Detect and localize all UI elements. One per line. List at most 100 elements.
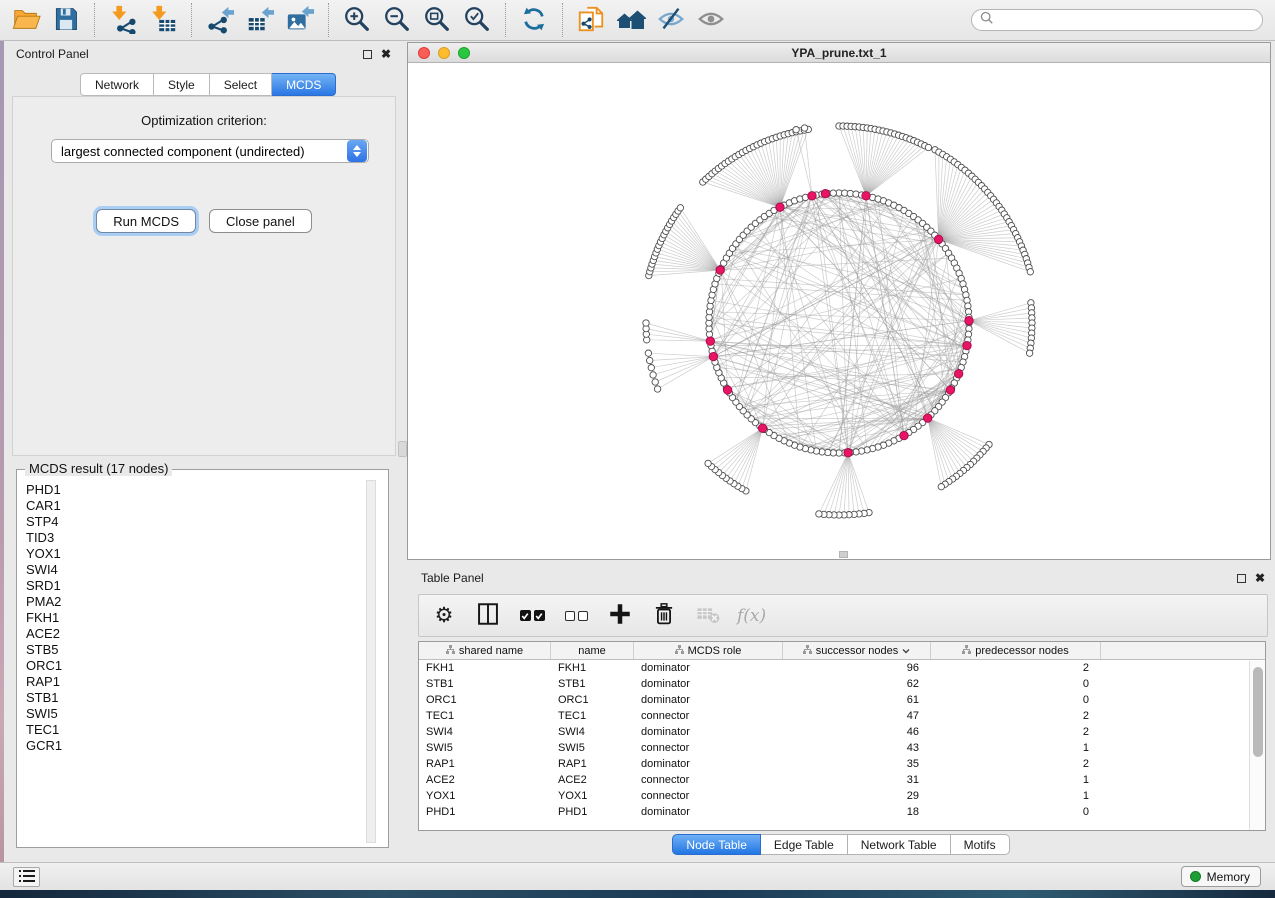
mcds-node[interactable] (934, 235, 942, 243)
tab-edge-table[interactable]: Edge Table (761, 834, 848, 855)
mcds-result-item[interactable]: PHD1 (26, 482, 370, 498)
clear-selection-button[interactable] (561, 601, 591, 631)
table-row[interactable]: ORC1ORC1dominator610 (419, 692, 1265, 708)
network-node[interactable] (1027, 269, 1033, 275)
mcds-result-item[interactable]: ORC1 (26, 658, 370, 674)
import-network-button[interactable] (105, 2, 141, 38)
mcds-result-item[interactable]: TID3 (26, 530, 370, 546)
first-neighbors-button[interactable] (613, 2, 649, 38)
export-image-button[interactable] (282, 2, 318, 38)
table-settings-button[interactable]: ⚙ (429, 601, 459, 631)
network-canvas[interactable] (408, 63, 1270, 559)
add-column-button[interactable] (605, 601, 635, 631)
panel-splitter-handle[interactable] (398, 441, 407, 457)
tab-node-table[interactable]: Node Table (672, 834, 761, 855)
mcds-node[interactable] (955, 370, 963, 378)
mcds-result-item[interactable]: RAP1 (26, 674, 370, 690)
search-input[interactable] (1000, 13, 1254, 27)
mcds-result-item[interactable]: PMA2 (26, 594, 370, 610)
network-node[interactable] (925, 144, 931, 150)
network-node[interactable] (645, 350, 651, 356)
tab-mcds[interactable]: MCDS (272, 73, 336, 96)
float-panel-icon[interactable] (363, 50, 372, 59)
column-header-MCDS-role[interactable]: MCDS role (634, 642, 783, 659)
mcds-node[interactable] (900, 431, 908, 439)
table-row[interactable]: STB1STB1dominator620 (419, 676, 1265, 692)
network-node[interactable] (677, 205, 683, 211)
mcds-node[interactable] (709, 352, 717, 360)
duplicate-network-button[interactable] (573, 2, 609, 38)
zoom-window-icon[interactable] (458, 47, 470, 59)
save-session-button[interactable] (48, 2, 84, 38)
select-all-button[interactable] (517, 601, 547, 631)
network-node[interactable] (648, 365, 654, 371)
import-table-button[interactable] (145, 2, 181, 38)
table-row[interactable]: TEC1TEC1connector472 (419, 708, 1265, 724)
mcds-node[interactable] (808, 192, 816, 200)
tab-select[interactable]: Select (210, 73, 272, 96)
zoom-fit-button[interactable] (419, 2, 455, 38)
network-node[interactable] (652, 379, 658, 385)
delete-column-button[interactable] (649, 601, 679, 631)
table-row[interactable]: SWI5SWI5connector431 (419, 740, 1265, 756)
mcds-node[interactable] (946, 386, 954, 394)
network-window-titlebar[interactable]: YPA_prune.txt_1 (408, 43, 1270, 63)
network-node[interactable] (1026, 350, 1032, 356)
refresh-view-button[interactable] (516, 2, 552, 38)
mcds-result-item[interactable]: TEC1 (26, 722, 370, 738)
table-row[interactable]: ACE2ACE2connector311 (419, 772, 1265, 788)
mcds-result-item[interactable]: STB5 (26, 642, 370, 658)
network-node[interactable] (650, 372, 656, 378)
network-node[interactable] (830, 190, 836, 196)
canvas-scroll-handle[interactable] (839, 551, 848, 558)
mcds-result-item[interactable]: STP4 (26, 514, 370, 530)
mcds-node[interactable] (965, 317, 973, 325)
column-header-shared-name[interactable]: shared name (419, 642, 551, 659)
network-node[interactable] (793, 127, 799, 133)
mcds-node[interactable] (844, 449, 852, 457)
mcds-result-item[interactable]: STB1 (26, 690, 370, 706)
network-node[interactable] (801, 125, 807, 131)
tab-style[interactable]: Style (154, 73, 210, 96)
mcds-result-item[interactable]: SRD1 (26, 578, 370, 594)
mcds-result-item[interactable]: SWI5 (26, 706, 370, 722)
table-row[interactable]: RAP1RAP1dominator352 (419, 756, 1265, 772)
close-panel-icon[interactable]: ✖ (1255, 572, 1265, 584)
close-panel-icon[interactable]: ✖ (381, 48, 391, 60)
zoom-in-button[interactable] (339, 2, 375, 38)
mcds-node[interactable] (924, 414, 932, 422)
network-node[interactable] (654, 386, 660, 392)
zoom-out-button[interactable] (379, 2, 415, 38)
open-session-button[interactable] (8, 2, 44, 38)
mcds-node[interactable] (706, 337, 714, 345)
zoom-selected-button[interactable] (459, 2, 495, 38)
column-header-successor-nodes[interactable]: successor nodes (783, 642, 931, 659)
table-row[interactable]: FKH1FKH1dominator962 (419, 660, 1265, 676)
network-node[interactable] (643, 320, 649, 326)
tab-network-table[interactable]: Network Table (848, 834, 951, 855)
float-panel-icon[interactable] (1237, 574, 1246, 583)
tab-motifs[interactable]: Motifs (951, 834, 1010, 855)
column-header-predecessor-nodes[interactable]: predecessor nodes (931, 642, 1101, 659)
hide-selected-button[interactable] (653, 2, 689, 38)
table-row[interactable]: PHD1PHD1dominator180 (419, 804, 1265, 820)
export-network-button[interactable] (202, 2, 238, 38)
task-history-button[interactable] (13, 867, 40, 887)
table-row[interactable]: SWI4SWI4dominator462 (419, 724, 1265, 740)
close-window-icon[interactable] (418, 47, 430, 59)
mcds-result-item[interactable]: ACE2 (26, 626, 370, 642)
mcds-node[interactable] (862, 192, 870, 200)
mcds-node[interactable] (723, 386, 731, 394)
mcds-node[interactable] (776, 203, 784, 211)
memory-button[interactable]: Memory (1181, 866, 1261, 887)
network-node[interactable] (647, 357, 653, 363)
mcds-result-item[interactable]: CAR1 (26, 498, 370, 514)
mcds-node[interactable] (821, 190, 829, 198)
mcds-node[interactable] (716, 266, 724, 274)
mcds-list-scrollbar[interactable] (366, 480, 376, 843)
table-scrollbar[interactable] (1249, 661, 1265, 830)
mcds-node[interactable] (758, 424, 766, 432)
mcds-result-item[interactable]: FKH1 (26, 610, 370, 626)
tab-network[interactable]: Network (80, 73, 154, 96)
mcds-result-item[interactable]: SWI4 (26, 562, 370, 578)
